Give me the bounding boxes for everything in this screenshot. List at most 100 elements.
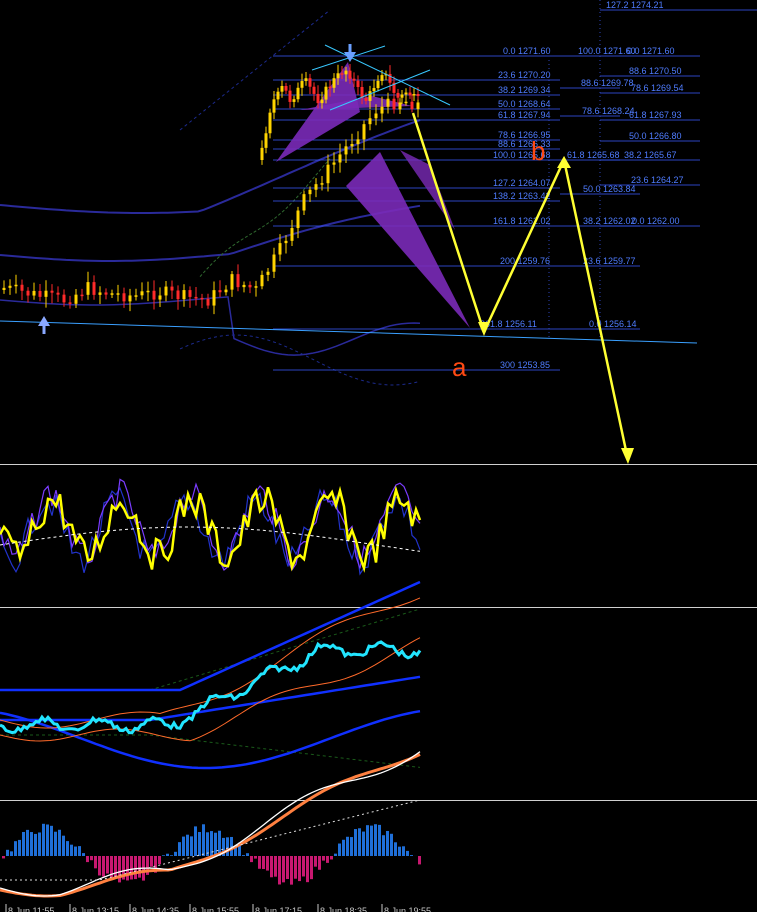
histogram-bar (186, 834, 189, 856)
fib-level-label: 61.8 1267.93 (629, 110, 682, 120)
histogram-bar (226, 837, 229, 856)
histogram-bar (374, 824, 377, 856)
histogram-bar (294, 856, 297, 879)
histogram-bar (26, 829, 29, 856)
time-axis: 8 Jun 11:55 8 Jun 13:15 8 Jun 14:35 8 Jun 1… (5, 904, 431, 912)
outer-band-upper (179, 9, 331, 131)
candle-body (340, 73, 344, 75)
candle-body (260, 274, 264, 287)
time-tick-label: 8 Jun 13:15 (72, 906, 119, 912)
candle-body (320, 183, 324, 185)
histogram-bar (70, 844, 73, 856)
histogram-bar (394, 842, 397, 856)
histogram-bar (290, 856, 293, 885)
histogram-bar (298, 856, 301, 882)
pane2-outer-lower (0, 734, 421, 768)
time-tick-label: 8 Jun 15:55 (192, 906, 239, 912)
fib-level-label: 50.0 1266.80 (629, 131, 682, 141)
histogram-bar (250, 856, 253, 863)
pane2-orange-upper (0, 597, 421, 729)
fractal-markers (38, 44, 356, 334)
candle-body (62, 294, 66, 303)
fib-level-label: 161.8 1262.02 (493, 216, 551, 226)
candle-body (38, 290, 42, 297)
candle-body (56, 292, 60, 295)
histogram-bar (46, 824, 49, 856)
histogram-bar (338, 843, 341, 856)
candle-body (312, 86, 316, 94)
candle-body (86, 282, 90, 295)
fib-level-label: 127.2 1274.21 (606, 0, 664, 10)
histogram-bar (326, 856, 329, 863)
fib-level-label: 78.6 1268.24 (582, 106, 635, 116)
histogram-bar (98, 856, 101, 876)
candle-body (386, 98, 390, 107)
candle-body (266, 271, 270, 275)
candle-body (68, 302, 72, 304)
candle-body (356, 139, 360, 145)
time-tick-label: 8 Jun 11:55 (8, 906, 54, 912)
chart-canvas: 127.2 1274.210.0 1271.60 100.0 1271.600.0… (0, 0, 757, 912)
wave-label-a: a (452, 352, 467, 382)
fib-level-label: 50.0 1268.64 (498, 99, 551, 109)
histogram-bar (242, 855, 245, 856)
candle-body (412, 94, 416, 96)
candle-body (292, 99, 296, 102)
bands-pane (0, 580, 422, 770)
arrowhead (621, 448, 634, 464)
candle-body (332, 78, 336, 88)
histogram-bar (262, 856, 265, 870)
histogram-bar (34, 833, 37, 856)
candle-body (376, 80, 380, 89)
candle-body (14, 284, 18, 287)
candle-body (332, 162, 336, 165)
fib-level-label: 38.2 1269.34 (498, 85, 551, 95)
histogram-bar (138, 856, 141, 878)
histogram-bar (342, 839, 345, 856)
histogram-bar (322, 856, 325, 861)
candle-body (356, 80, 360, 87)
histogram-bar (306, 856, 309, 883)
candle-body (92, 282, 96, 295)
histogram-bar (354, 829, 357, 856)
candle-body (158, 295, 162, 300)
fib-level-label: 0.0 1256.14 (589, 319, 637, 329)
fib-level-label: 0.0 1271.60 (503, 46, 551, 56)
candle-body (2, 287, 6, 290)
candle-body (308, 189, 312, 195)
histogram-bar (114, 856, 117, 879)
candle-body (26, 290, 30, 296)
candle-body (44, 290, 48, 297)
histogram-bar (390, 833, 393, 856)
candle-body (80, 294, 84, 297)
candle-body (212, 290, 216, 306)
candle-body (336, 73, 340, 79)
histogram-bar (178, 842, 181, 856)
candle-body (206, 298, 210, 306)
candle-body (404, 101, 408, 104)
candle-body (110, 293, 114, 295)
fib-level-label: 88.6 1269.78 (581, 78, 634, 88)
middle-band-line (0, 204, 421, 262)
lower-band-line (0, 296, 421, 356)
histogram-bar (194, 826, 197, 856)
histogram-bar (182, 836, 185, 856)
histogram-bar (286, 856, 289, 880)
fib-level-label: 300 1253.85 (500, 360, 550, 370)
fractal-down-arrow (344, 52, 356, 62)
candle-body (116, 293, 120, 295)
candle-body (320, 99, 324, 104)
candle-body (254, 286, 258, 288)
candle-body (290, 228, 294, 241)
candle-body (128, 295, 132, 302)
histogram-bar (94, 856, 97, 869)
candle-body (404, 92, 408, 95)
histogram-bar (278, 856, 281, 885)
histogram-bar (314, 856, 317, 867)
fib-level-label: 200 1259.76 (500, 256, 550, 266)
candle-body (176, 290, 180, 300)
candle-body (368, 118, 372, 125)
candle-body (416, 94, 420, 97)
candle-body (374, 113, 378, 119)
histogram-bar (254, 856, 257, 859)
